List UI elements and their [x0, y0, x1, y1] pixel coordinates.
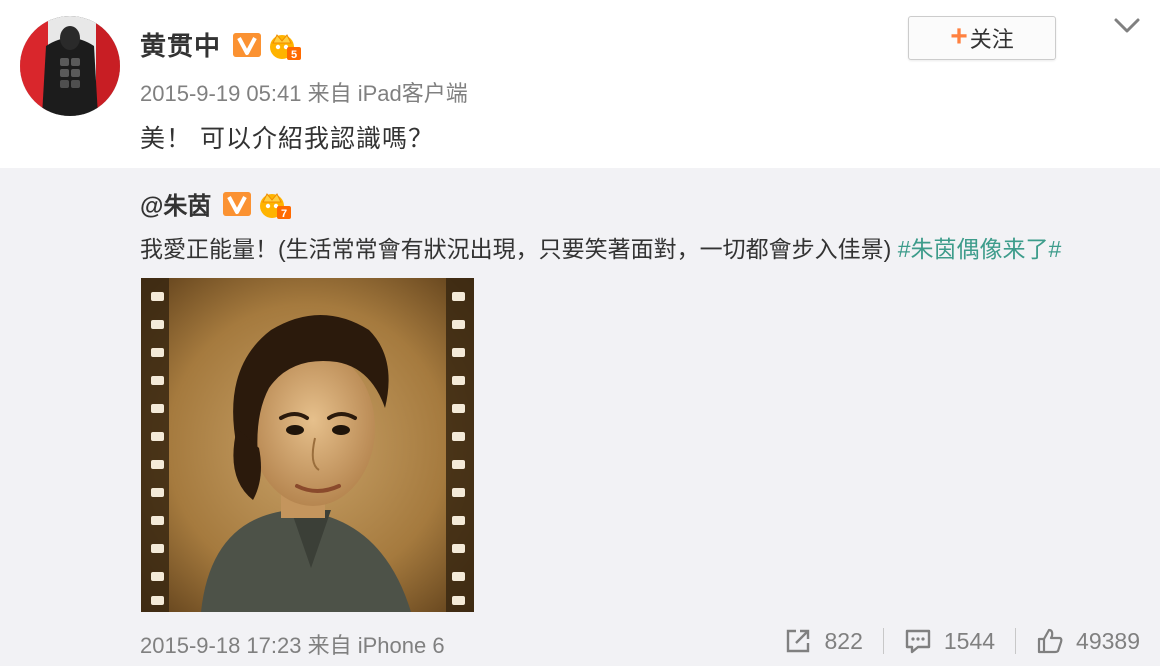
verified-v-icon[interactable] — [223, 191, 252, 216]
action-bar: 822 1544 49389 — [784, 625, 1140, 657]
original-author-name[interactable]: @朱茵 — [140, 186, 211, 221]
repost-icon — [787, 629, 810, 653]
original-timestamp[interactable]: 2015-9-18 17:23 — [140, 633, 301, 658]
post-source: 来自 iPad客户端 — [307, 81, 468, 106]
original-post-text: 我愛正能量！(生活常常會有狀況出現，只要笑著面對，一切都會步入佳景) #朱茵偶像… — [140, 230, 1061, 264]
comment-count: 1544 — [943, 627, 996, 654]
crown-level: 5 — [291, 49, 297, 61]
original-author-row: @朱茵 7 — [140, 186, 292, 221]
post-photo[interactable] — [141, 278, 474, 612]
repost-count: 822 — [824, 627, 863, 654]
chevron-down-icon[interactable] — [1112, 14, 1142, 38]
post-meta: 2015-9-19 05:41 来自 iPad客户端 — [140, 76, 468, 108]
follow-label: 关注 — [969, 27, 1014, 52]
crown-icon[interactable]: 7 — [257, 188, 292, 220]
avatar[interactable] — [20, 16, 120, 116]
post-text: 美！ 可以介紹我認識嗎？ — [140, 125, 434, 153]
comment-button[interactable]: 1544 — [904, 627, 995, 655]
repost-button[interactable]: 822 — [784, 627, 863, 655]
author-row: 黄贯中 5 — [140, 26, 302, 63]
author-name[interactable]: 黄贯中 — [140, 26, 221, 63]
hashtag-link[interactable]: #朱茵偶像来了# — [898, 236, 1062, 262]
follow-button[interactable]: + 关注 — [908, 16, 1056, 60]
action-divider — [882, 628, 884, 654]
like-icon — [1037, 628, 1063, 654]
crown-level: 7 — [281, 208, 287, 220]
original-text-body: 我愛正能量！(生活常常會有狀況出現，只要笑著面對，一切都會步入佳景) — [140, 236, 898, 262]
like-button[interactable]: 49389 — [1036, 627, 1140, 655]
plus-icon: + — [950, 19, 968, 53]
crown-icon[interactable]: 5 — [267, 29, 302, 61]
like-count: 49389 — [1076, 627, 1140, 654]
action-divider — [1015, 628, 1017, 654]
weibo-post: 黄贯中 5 2015-9-19 05:41 来自 iPad客户端 美！ 可以介紹… — [0, 0, 1160, 168]
original-source: 来自 iPhone 6 — [307, 633, 445, 658]
comment-icon — [905, 629, 931, 654]
original-post-meta: 2015-9-18 17:23 来自 iPhone 6 — [140, 628, 445, 660]
post-timestamp[interactable]: 2015-9-19 05:41 — [140, 81, 301, 106]
verified-v-icon[interactable] — [233, 32, 262, 57]
reposted-content: @朱茵 7 我愛正能量！(生活常常會有狀況出現，只要笑著面對，一切都會步入佳景)… — [0, 168, 1160, 666]
